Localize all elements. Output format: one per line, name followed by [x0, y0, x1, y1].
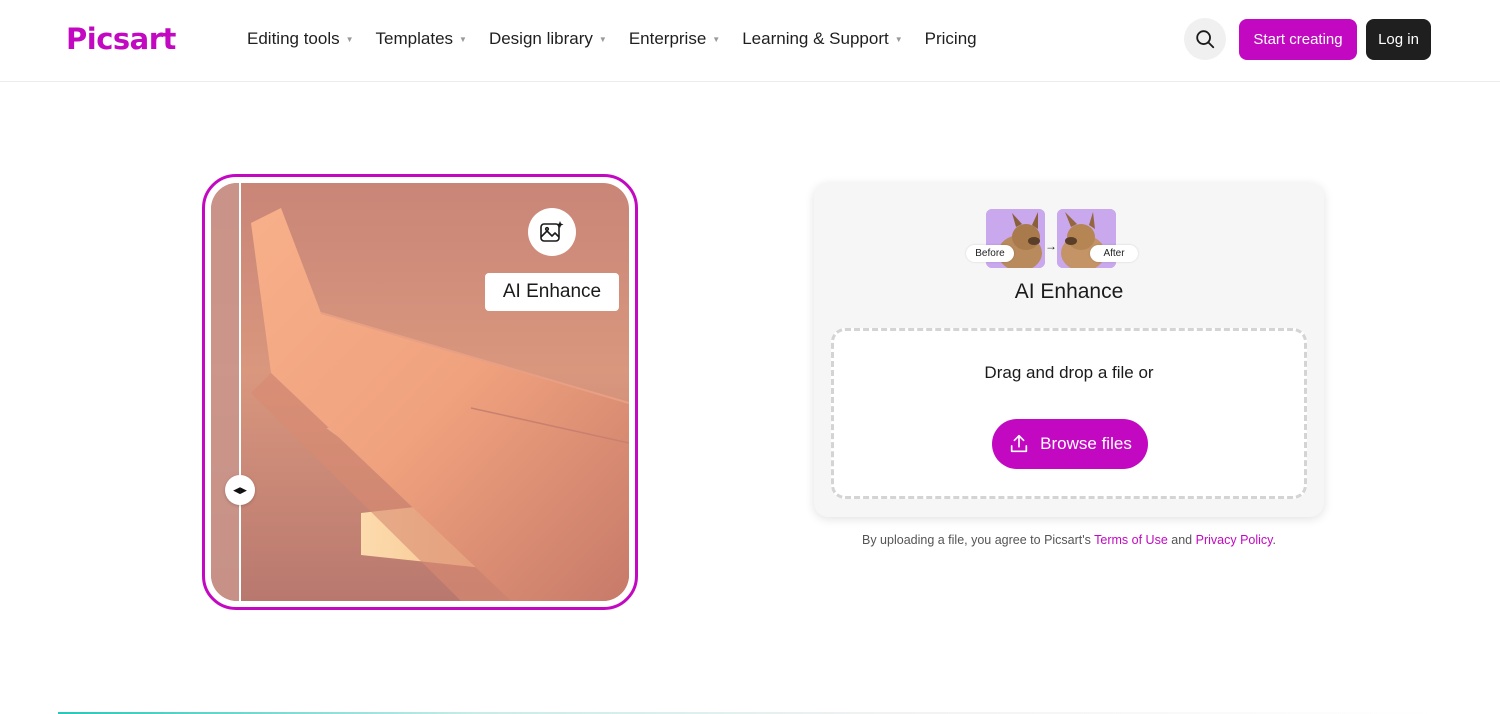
- image-sparkle-icon: [540, 221, 564, 242]
- terms-prefix: By uploading a file, you agree to Picsar…: [862, 533, 1091, 547]
- nav-pricing[interactable]: Pricing: [925, 29, 977, 49]
- image-sparkle-icon-badge: [528, 208, 576, 256]
- terms-of-use-link[interactable]: Terms of Use: [1094, 533, 1168, 547]
- left-right-arrows-icon: ◀▶: [233, 484, 247, 495]
- arrow-right-icon: →: [1045, 239, 1057, 253]
- terms-notice: By uploading a file, you agree to Picsar…: [814, 533, 1324, 547]
- browse-files-label: Browse files: [1040, 434, 1132, 453]
- caret-down-icon: ▼: [598, 34, 607, 44]
- compare-divider-line: [239, 183, 241, 601]
- main-nav: Editing tools ▼ Templates ▼ Design libra…: [247, 26, 999, 52]
- file-dropzone[interactable]: Drag and drop a file or Browse files: [831, 328, 1307, 499]
- nav-enterprise-label: Enterprise: [628, 29, 707, 48]
- card-title: AI Enhance: [1014, 280, 1124, 303]
- privacy-policy-link[interactable]: Privacy Policy: [1196, 533, 1273, 547]
- nav-design-library[interactable]: Design library ▼: [489, 29, 607, 49]
- search-icon: [1196, 30, 1215, 49]
- nav-learning-support[interactable]: Learning & Support ▼: [742, 29, 902, 49]
- nav-enterprise[interactable]: Enterprise ▼: [629, 29, 720, 49]
- top-header: Picsart Editing tools ▼ Templates ▼ Desi…: [0, 0, 1500, 82]
- nav-editing-tools[interactable]: Editing tools ▼: [247, 29, 354, 49]
- caret-down-icon: ▼: [345, 34, 354, 44]
- nav-learning-support-label: Learning & Support: [742, 29, 889, 48]
- caret-down-icon: ▼: [459, 34, 467, 44]
- terms-suffix: .: [1272, 533, 1276, 547]
- upload-icon: [1008, 433, 1030, 455]
- preview-image-area: ◀▶ AI Enhance: [211, 183, 629, 601]
- caret-down-icon: ▼: [894, 34, 903, 44]
- after-label: After: [1090, 245, 1138, 262]
- compare-slider-handle[interactable]: ◀▶: [225, 475, 255, 505]
- terms-and: and: [1171, 533, 1193, 547]
- ai-enhance-badge-label: AI Enhance: [485, 273, 619, 311]
- before-label: Before: [966, 245, 1014, 262]
- caret-down-icon: ▼: [712, 34, 721, 44]
- nav-editing-tools-label: Editing tools: [247, 29, 340, 48]
- picsart-logo[interactable]: Picsart: [66, 20, 176, 58]
- nav-templates[interactable]: Templates ▼: [376, 29, 467, 49]
- start-creating-button[interactable]: Start creating: [1239, 19, 1357, 60]
- search-button[interactable]: [1184, 18, 1226, 60]
- nav-templates-label: Templates: [375, 29, 454, 48]
- drop-instructions: Drag and drop a file or: [984, 363, 1154, 382]
- before-after-thumbnails: → Before After: [964, 209, 1144, 273]
- login-button[interactable]: Log in: [1366, 19, 1431, 60]
- before-after-preview: ◀▶ AI Enhance: [202, 174, 638, 610]
- nav-pricing-label: Pricing: [924, 29, 977, 48]
- upload-card: → Before After AI Enhance Drag and drop …: [814, 183, 1324, 517]
- nav-design-library-label: Design library: [488, 29, 593, 48]
- browse-files-button[interactable]: Browse files: [992, 419, 1148, 469]
